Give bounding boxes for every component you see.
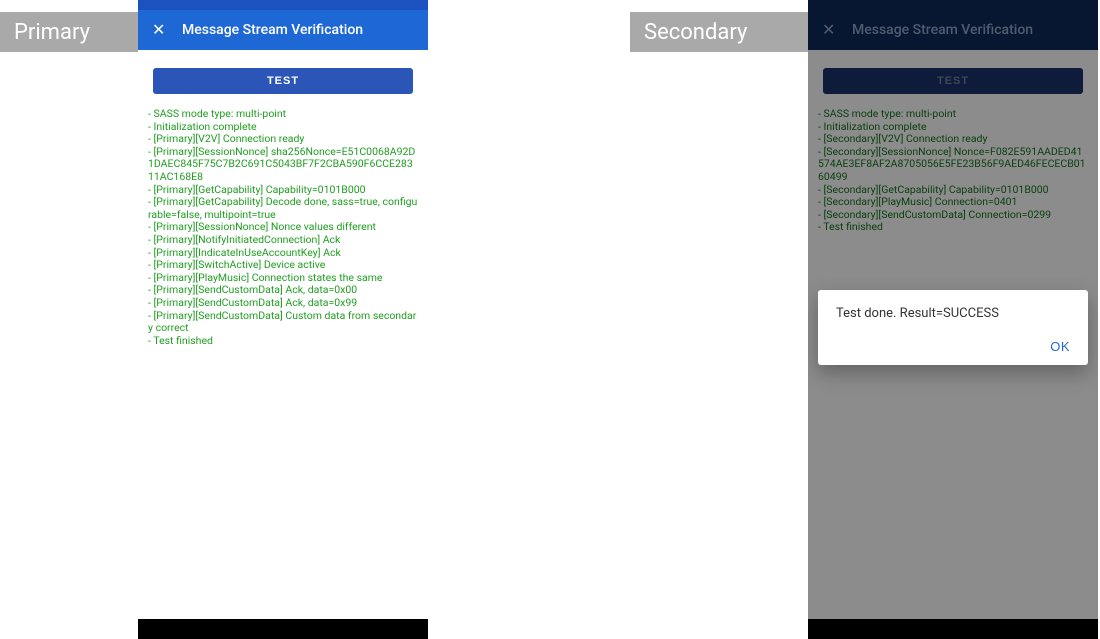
secondary-device-panel: ✕ Message Stream Verification TEST SASS … [808, 0, 1098, 639]
dialog-message: Test done. Result=SUCCESS [836, 306, 1070, 321]
log-line: [Primary][GetCapability] Decode done, sa… [148, 195, 417, 221]
log-line: [Primary][SessionNonce] sha256Nonce=E51C… [148, 145, 415, 183]
log-line: [Secondary][GetCapability] Capability=01… [818, 183, 1049, 196]
test-button[interactable]: TEST [823, 68, 1083, 94]
log-line: [Secondary][V2V] Connection ready [818, 132, 987, 145]
log-line: Test finished [818, 220, 883, 233]
log-line: [Primary][SessionNonce] Nonce values dif… [148, 220, 376, 233]
app-bar: ✕ Message Stream Verification [808, 10, 1098, 50]
secondary-log: SASS mode type: multi-pointInitializatio… [816, 108, 1090, 234]
log-line: [Primary][SwitchActive] Device active [148, 258, 325, 271]
app-bar: ✕ Message Stream Verification [138, 10, 428, 50]
result-dialog: Test done. Result=SUCCESS OK [818, 290, 1088, 365]
close-icon[interactable]: ✕ [822, 22, 836, 38]
log-line: [Primary][SendCustomData] Ack, data=0x99 [148, 296, 357, 309]
log-line: [Secondary][SessionNonce] Nonce=F082E591… [818, 145, 1086, 183]
label-primary: Primary [0, 12, 138, 52]
log-line: [Secondary][SendCustomData] Connection=0… [818, 208, 1051, 221]
status-bar [138, 0, 428, 10]
log-line: Initialization complete [818, 120, 927, 133]
log-line: Initialization complete [148, 120, 257, 133]
page-title: Message Stream Verification [182, 22, 363, 38]
log-line: Test finished [148, 334, 213, 347]
log-line: [Primary][SendCustomData] Custom data fr… [148, 309, 416, 335]
close-icon[interactable]: ✕ [152, 22, 166, 38]
nav-bar [138, 619, 428, 639]
label-secondary: Secondary [630, 12, 808, 52]
primary-log: SASS mode type: multi-pointInitializatio… [146, 108, 420, 347]
label-primary-text: Primary [14, 20, 90, 45]
log-line: [Secondary][PlayMusic] Connection=0401 [818, 195, 1017, 208]
ok-button[interactable]: OK [1050, 339, 1070, 354]
content-area: TEST SASS mode type: multi-pointInitiali… [138, 50, 428, 619]
log-line: [Primary][SendCustomData] Ack, data=0x00 [148, 283, 357, 296]
log-line: [Primary][V2V] Connection ready [148, 132, 304, 145]
log-line: SASS mode type: multi-point [148, 107, 286, 120]
nav-bar [808, 619, 1098, 639]
status-bar [808, 0, 1098, 10]
log-line: [Primary][IndicateInUseAccountKey] Ack [148, 246, 341, 259]
label-secondary-text: Secondary [644, 20, 747, 45]
log-line: SASS mode type: multi-point [818, 107, 956, 120]
log-line: [Primary][NotifyInitiatedConnection] Ack [148, 233, 340, 246]
page-title: Message Stream Verification [852, 22, 1033, 38]
primary-device-panel: ✕ Message Stream Verification TEST SASS … [138, 0, 428, 639]
log-line: [Primary][GetCapability] Capability=0101… [148, 183, 366, 196]
log-line: [Primary][PlayMusic] Connection states t… [148, 271, 383, 284]
test-button[interactable]: TEST [153, 68, 413, 94]
